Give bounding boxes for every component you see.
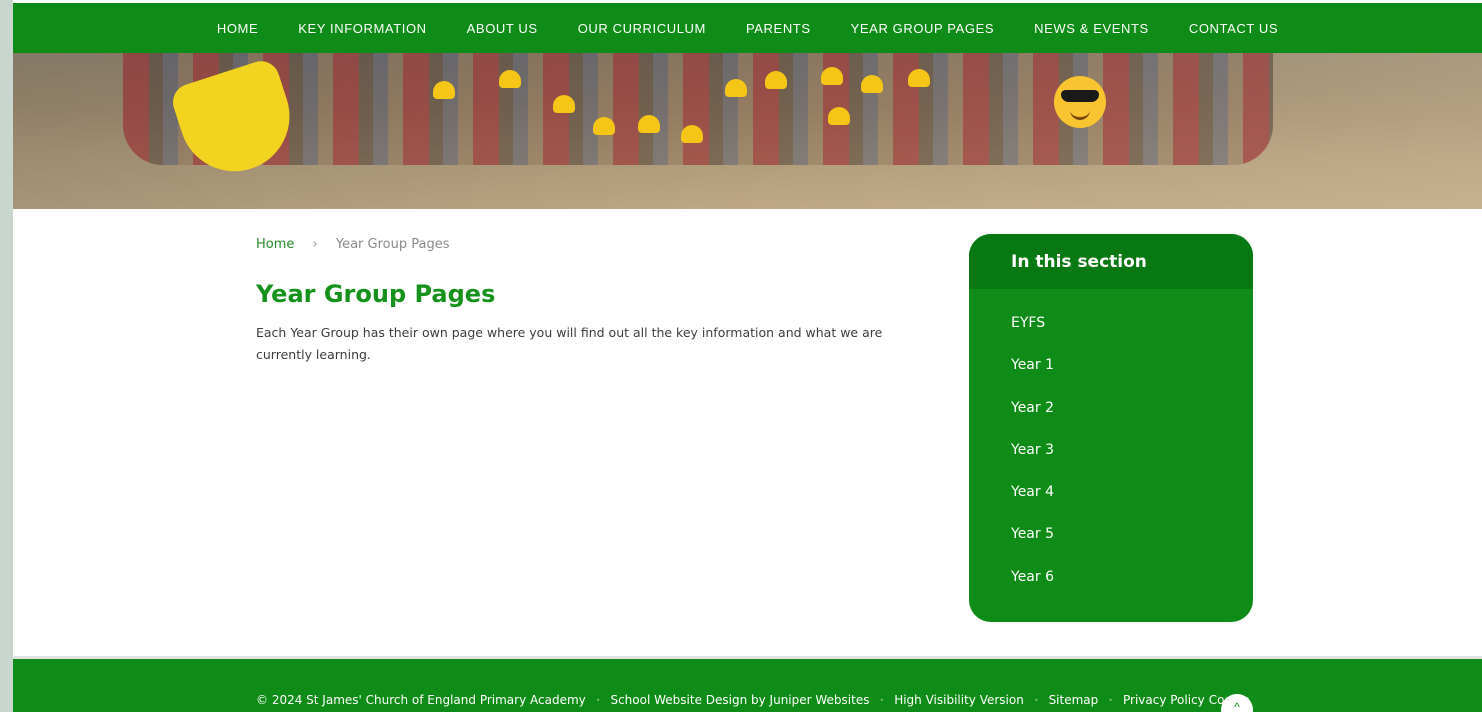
nav-news-events[interactable]: NEWS & EVENTS [1034, 21, 1149, 36]
hero-banner-image [13, 53, 1482, 209]
nav-contact-us[interactable]: CONTACT US [1189, 21, 1278, 36]
nav-year-group-pages[interactable]: YEAR GROUP PAGES [851, 21, 995, 36]
footer-sitemap-link[interactable]: Sitemap [1049, 693, 1099, 707]
helmet [861, 75, 883, 93]
sidebar-link-year-1[interactable]: Year 1 [969, 344, 1253, 386]
helmet [821, 67, 843, 85]
helmet [638, 115, 660, 133]
helmet [499, 70, 521, 88]
footer-separator: • [1108, 695, 1113, 705]
nav-about-us[interactable]: ABOUT US [467, 21, 538, 36]
helmet [681, 125, 703, 143]
sidebar-link-year-2[interactable]: Year 2 [969, 387, 1253, 429]
chevron-up-icon: ^ [1234, 700, 1240, 712]
sidebar-link-year-6[interactable]: Year 6 [969, 556, 1253, 598]
footer-design-credit-link[interactable]: School Website Design by Juniper Website… [610, 693, 869, 707]
page-intro-text: Each Year Group has their own page where… [256, 325, 883, 362]
breadcrumb-home-link[interactable]: Home [256, 237, 294, 252]
sidebar-link-year-5[interactable]: Year 5 [969, 513, 1253, 555]
footer-high-visibility-link[interactable]: High Visibility Version [894, 693, 1024, 707]
page: HOME KEY INFORMATION ABOUT US OUR CURRIC… [13, 0, 1482, 712]
helmet [433, 81, 455, 99]
footer-links: © 2024 St James' Church of England Prima… [256, 693, 1250, 707]
nav-parents[interactable]: PARENTS [746, 21, 811, 36]
footer: © 2024 St James' Church of England Prima… [13, 659, 1482, 712]
helmet [908, 69, 930, 87]
page-title: Year Group Pages [256, 280, 496, 308]
sidebar-link-year-3[interactable]: Year 3 [969, 429, 1253, 471]
sunglasses-emoji-icon [1054, 76, 1106, 128]
helmet [828, 107, 850, 125]
section-sidebar: In this section EYFS Year 1 Year 2 Year … [969, 234, 1253, 622]
nav-home[interactable]: HOME [217, 21, 258, 36]
breadcrumb: Home › Year Group Pages [256, 237, 450, 252]
nav-key-information[interactable]: KEY INFORMATION [298, 21, 426, 36]
sidebar-links: EYFS Year 1 Year 2 Year 3 Year 4 Year 5 … [969, 289, 1253, 598]
breadcrumb-current: Year Group Pages [335, 237, 450, 252]
sidebar-heading: In this section [969, 234, 1253, 289]
helmet [725, 79, 747, 97]
sidebar-link-eyfs[interactable]: EYFS [969, 302, 1253, 344]
main-navigation: HOME KEY INFORMATION ABOUT US OUR CURRIC… [13, 3, 1482, 53]
footer-copyright: © 2024 St James' Church of England Prima… [256, 693, 586, 707]
helmet [553, 95, 575, 113]
nav-our-curriculum[interactable]: OUR CURRICULUM [578, 21, 706, 36]
footer-separator: • [1033, 695, 1039, 705]
chevron-right-icon: › [312, 237, 318, 252]
helmet [765, 71, 787, 89]
helmet [593, 117, 615, 135]
footer-separator: • [595, 695, 601, 705]
footer-separator: • [879, 695, 885, 705]
sidebar-link-year-4[interactable]: Year 4 [969, 471, 1253, 513]
footer-privacy-link[interactable]: Privacy Policy [1123, 693, 1205, 707]
